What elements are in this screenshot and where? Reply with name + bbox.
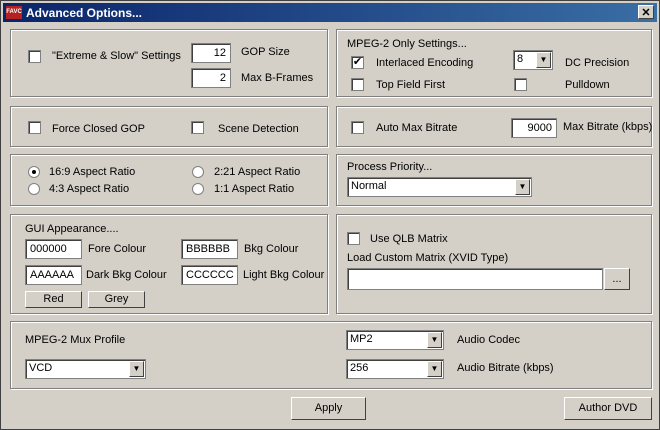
chevron-down-icon[interactable]: ▼	[515, 179, 530, 195]
fore-colour-field[interactable]: 000000	[25, 239, 82, 259]
chevron-down-icon[interactable]: ▼	[536, 52, 551, 68]
extreme-slow-checkbox[interactable]	[28, 50, 41, 63]
process-priority-panel: Process Priority... Normal ▼	[336, 154, 652, 206]
aspect-43-radio[interactable]	[28, 183, 40, 195]
custom-matrix-label: Load Custom Matrix (XVID Type)	[347, 252, 509, 264]
dc-precision-select[interactable]: 8 ▼	[513, 50, 553, 70]
title-bar[interactable]: FAVC Advanced Options... ✕	[3, 3, 657, 22]
matrix-panel: Use QLB Matrix Load Custom Matrix (XVID …	[336, 214, 652, 314]
advanced-options-window: FAVC Advanced Options... ✕ "Extreme & Sl…	[0, 0, 660, 430]
max-bframes-field[interactable]: 2	[191, 68, 231, 88]
check-icon: ✔	[352, 56, 363, 68]
gui-appearance-title: GUI Appearance....	[25, 223, 119, 235]
bkg-colour-field[interactable]: BBBBBB	[181, 239, 238, 259]
dark-bkg-colour-label: Dark Bkg Colour	[86, 269, 167, 281]
grey-button[interactable]: Grey	[88, 291, 145, 308]
browse-button[interactable]: ...	[604, 268, 630, 290]
bkg-colour-label: Bkg Colour	[244, 243, 299, 255]
aspect-43-label: 4:3 Aspect Ratio	[49, 183, 130, 195]
chevron-down-icon[interactable]: ▼	[129, 361, 144, 377]
max-bitrate-field[interactable]: 9000	[511, 118, 557, 138]
extreme-slow-label: "Extreme & Slow" Settings	[52, 50, 181, 62]
fore-colour-label: Fore Colour	[88, 243, 147, 255]
audio-bitrate-select[interactable]: 256 ▼	[346, 359, 444, 379]
chevron-down-icon[interactable]: ▼	[427, 332, 442, 348]
dc-precision-label: DC Precision	[565, 57, 630, 69]
pulldown-label: Pulldown	[565, 79, 610, 91]
gop-size-field[interactable]: 12	[191, 43, 231, 63]
interlaced-checkbox[interactable]: ✔	[351, 56, 364, 69]
mux-profile-value: VCD	[29, 362, 53, 374]
red-button[interactable]: Red	[25, 291, 82, 308]
bitrate-panel: Auto Max Bitrate 9000 Max Bitrate (kbps)	[336, 106, 652, 147]
mux-profile-select[interactable]: VCD ▼	[25, 359, 146, 379]
process-priority-select[interactable]: Normal ▼	[347, 177, 532, 197]
max-bframes-label: Max B-Frames	[241, 72, 314, 84]
close-button[interactable]: ✕	[638, 5, 654, 19]
aspect-11-radio[interactable]	[192, 183, 204, 195]
pulldown-checkbox[interactable]	[514, 78, 527, 91]
aspect-221-label: 2:21 Aspect Ratio	[214, 166, 301, 178]
top-field-first-label: Top Field First	[376, 79, 446, 91]
aspect-11-label: 1:1 Aspect Ratio	[214, 183, 295, 195]
audio-bitrate-label: Audio Bitrate (kbps)	[457, 362, 554, 374]
app-icon: FAVC	[6, 6, 22, 19]
scene-detection-label: Scene Detection	[218, 123, 299, 135]
audio-codec-label: Audio Codec	[457, 334, 520, 346]
encoding-panel: "Extreme & Slow" Settings 12 GOP Size 2 …	[10, 29, 328, 97]
use-qlb-matrix-label: Use QLB Matrix	[370, 233, 448, 245]
force-closed-gop-checkbox[interactable]	[28, 121, 41, 134]
window-title: Advanced Options...	[26, 6, 143, 20]
audio-codec-value: MP2	[350, 333, 373, 345]
force-closed-gop-label: Force Closed GOP	[52, 123, 145, 135]
mpeg2-settings-panel: MPEG-2 Only Settings... ✔ Interlaced Enc…	[336, 29, 652, 97]
top-field-first-checkbox[interactable]	[351, 78, 364, 91]
mux-profile-label: MPEG-2 Mux Profile	[25, 334, 126, 346]
audio-bitrate-value: 256	[350, 362, 369, 374]
light-bkg-colour-label: Light Bkg Colour	[243, 269, 325, 281]
apply-button[interactable]: Apply	[291, 397, 366, 420]
mpeg2-settings-title: MPEG-2 Only Settings...	[347, 38, 467, 50]
interlaced-label: Interlaced Encoding	[376, 57, 474, 69]
custom-matrix-path-field[interactable]	[347, 268, 603, 290]
aspect-169-radio[interactable]	[28, 166, 40, 178]
aspect-ratio-panel: 16:9 Aspect Ratio 2:21 Aspect Ratio 4:3 …	[10, 154, 328, 206]
dc-precision-value: 8	[517, 53, 524, 65]
scene-detection-checkbox[interactable]	[191, 121, 204, 134]
audio-codec-select[interactable]: MP2 ▼	[346, 330, 444, 350]
gop-panel: Force Closed GOP Scene Detection	[10, 106, 328, 147]
aspect-221-radio[interactable]	[192, 166, 204, 178]
process-priority-title: Process Priority...	[347, 161, 433, 173]
author-dvd-button[interactable]: Author DVD	[564, 397, 652, 420]
auto-max-bitrate-checkbox[interactable]	[351, 121, 364, 134]
gui-appearance-panel: GUI Appearance.... 000000 Fore Colour BB…	[10, 214, 328, 314]
aspect-169-label: 16:9 Aspect Ratio	[49, 166, 136, 178]
mux-audio-panel: MPEG-2 Mux Profile VCD ▼ MP2 ▼ Audio Cod…	[10, 321, 652, 389]
gop-size-label: GOP Size	[241, 46, 290, 58]
process-priority-value: Normal	[351, 180, 387, 192]
use-qlb-matrix-checkbox[interactable]	[347, 232, 360, 245]
light-bkg-colour-field[interactable]: CCCCCC	[181, 265, 238, 285]
dark-bkg-colour-field[interactable]: AAAAAA	[25, 265, 82, 285]
max-bitrate-label: Max Bitrate (kbps)	[563, 121, 653, 133]
chevron-down-icon[interactable]: ▼	[427, 361, 442, 377]
auto-max-bitrate-label: Auto Max Bitrate	[376, 122, 458, 134]
